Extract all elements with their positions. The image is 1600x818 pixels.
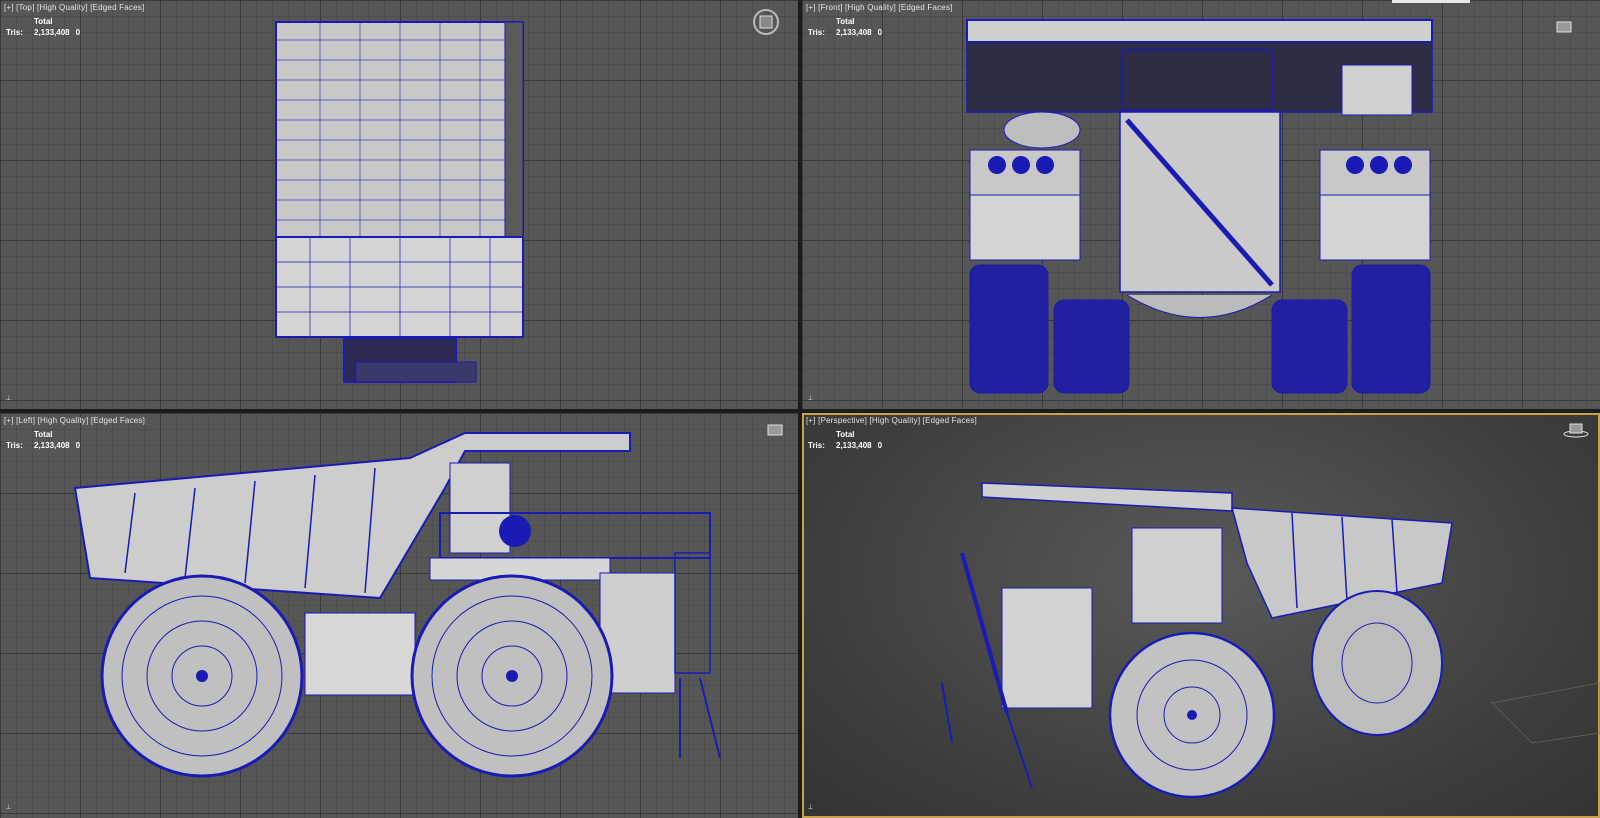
world-axis-icon: ⟂: [808, 804, 813, 811]
viewcube-box-icon[interactable]: [1562, 421, 1590, 439]
viewport-perspective[interactable]: [+] [Perspective] [High Quality] [Edged …: [802, 413, 1600, 818]
front-view-mesh[interactable]: [802, 0, 1600, 409]
viewport-front[interactable]: [+] [Front] [High Quality] [Edged Faces]…: [802, 0, 1600, 409]
viewport-top[interactable]: [+] [Top] [High Quality] [Edged Faces] T…: [0, 0, 798, 409]
world-axis-icon: ⟂: [6, 804, 11, 811]
left-view-mesh[interactable]: [0, 413, 798, 818]
top-view-mesh[interactable]: [0, 0, 798, 409]
toolbar-strip: [1392, 0, 1470, 3]
world-axis-icon: ⟂: [6, 395, 11, 402]
world-axis-icon: ⟂: [808, 395, 813, 402]
viewcube-compass-icon[interactable]: [752, 8, 780, 36]
viewport-left[interactable]: [+] [Left] [High Quality] [Edged Faces] …: [0, 413, 798, 818]
viewcube-box-icon[interactable]: [765, 423, 787, 437]
viewcube-box-icon[interactable]: [1554, 20, 1576, 34]
perspective-view-mesh[interactable]: [802, 413, 1600, 818]
